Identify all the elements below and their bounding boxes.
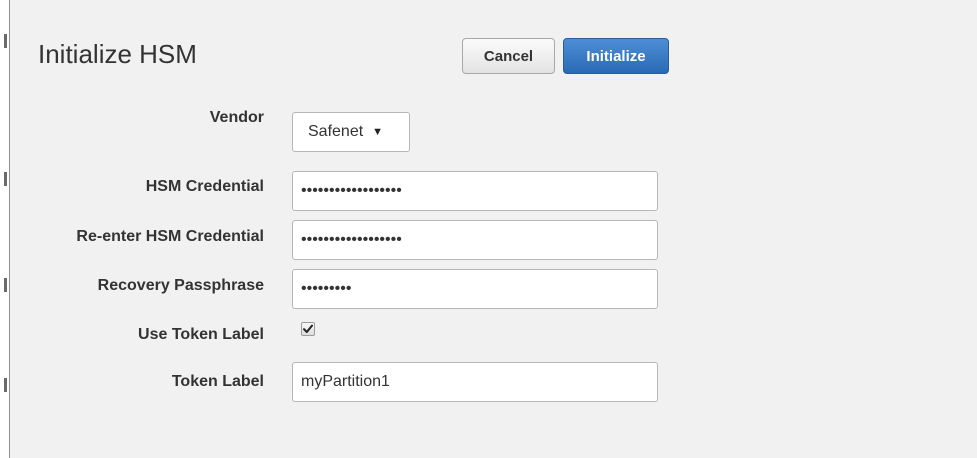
page-edge (0, 0, 10, 458)
vendor-select-value: Safenet (308, 123, 364, 140)
vendor-label: Vendor (209, 109, 264, 126)
recovery-passphrase-label: Recovery Passphrase (97, 277, 264, 294)
edge-marker (4, 172, 7, 186)
reenter-hsm-credential-field[interactable] (292, 220, 658, 260)
token-label-field[interactable] (292, 362, 658, 402)
reenter-hsm-credential-label: Re-enter HSM Credential (76, 228, 264, 245)
chevron-down-icon: ▼ (372, 125, 384, 138)
hsm-credential-field[interactable] (292, 171, 658, 211)
cancel-button[interactable]: Cancel (462, 38, 555, 74)
dialog-title: Initialize HSM (38, 39, 197, 69)
use-token-label-checkbox[interactable] (301, 322, 315, 336)
edge-marker (4, 278, 7, 292)
token-label-label: Token Label (171, 373, 264, 390)
edge-marker (4, 34, 7, 48)
vendor-select[interactable]: Safenet ▼ (292, 112, 410, 152)
recovery-passphrase-field[interactable] (292, 269, 658, 309)
use-token-label-label: Use Token Label (138, 326, 264, 343)
initialize-hsm-dialog: Initialize HSM Cancel Initialize Vendor … (10, 0, 977, 458)
checkmark-icon (303, 324, 313, 333)
initialize-button[interactable]: Initialize (563, 38, 669, 74)
edge-marker (4, 378, 7, 392)
hsm-credential-label: HSM Credential (145, 178, 264, 195)
